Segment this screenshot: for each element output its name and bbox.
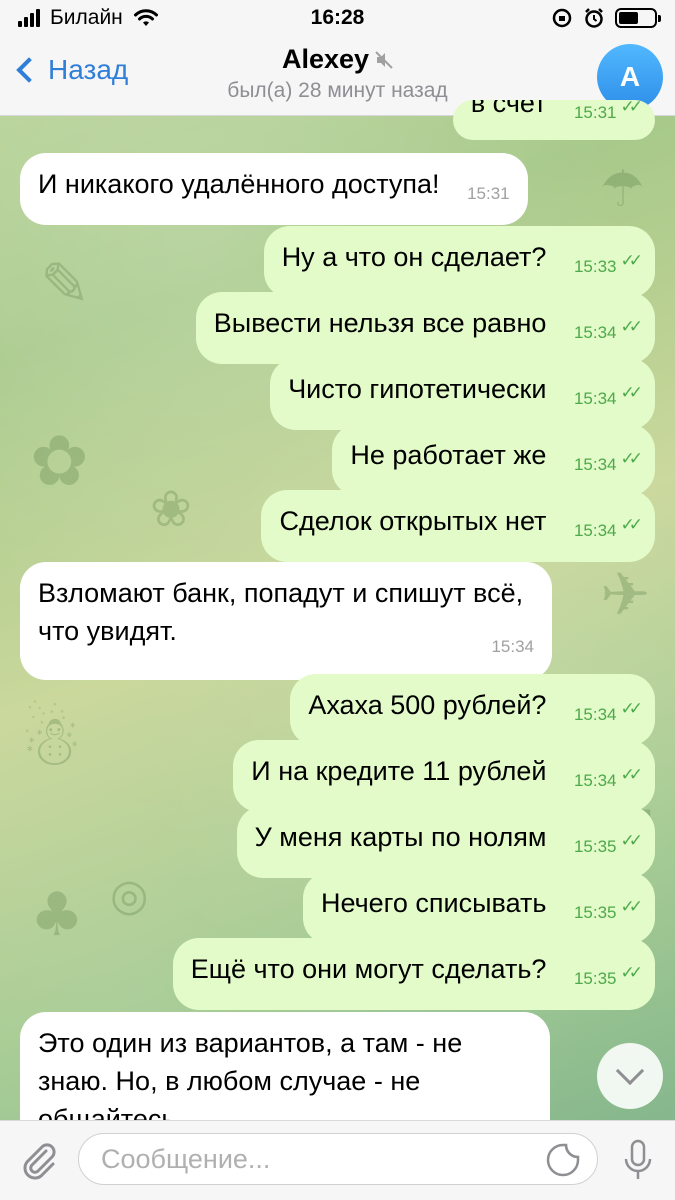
double-check-icon: ✓✓ xyxy=(620,251,643,270)
message-time: 15:34 xyxy=(573,323,617,342)
sticker-icon[interactable] xyxy=(546,1143,580,1177)
status-bar: Билайн 16:28 xyxy=(0,0,675,36)
doodle-icon: ☃ xyxy=(20,700,83,782)
wifi-icon xyxy=(133,9,158,26)
avatar-letter: A xyxy=(619,61,641,92)
double-check-icon: ✓✓ xyxy=(620,963,643,982)
message-text: Вывести нельзя все равно xyxy=(213,308,547,338)
double-check-icon: ✓✓ xyxy=(620,383,643,402)
message-time: 15:31 xyxy=(467,184,510,203)
carrier-label: Билайн xyxy=(50,6,123,29)
message-text: Чисто гипотетически xyxy=(288,374,547,404)
message-time: 15:34 xyxy=(573,705,617,724)
contact-name: Alexey xyxy=(281,44,370,74)
message-text: Сделок открытых нет xyxy=(279,506,547,536)
message-text: в счет xyxy=(470,100,547,118)
double-check-icon: ✓✓ xyxy=(620,897,643,916)
message-input[interactable] xyxy=(78,1133,598,1185)
scroll-to-bottom-button[interactable] xyxy=(597,1043,663,1109)
double-check-icon: ✓✓ xyxy=(620,831,643,850)
message-bubble-outgoing[interactable]: Нечего списывать 15:35 ✓✓ xyxy=(302,872,655,944)
message-bubble-outgoing[interactable]: Не работает же 15:34 ✓✓ xyxy=(332,424,655,496)
chevron-down-icon xyxy=(615,1056,645,1086)
message-time: 15:34 xyxy=(573,389,617,408)
message-text: Ахаха 500 рублей? xyxy=(308,690,547,720)
paperclip-icon[interactable] xyxy=(16,1137,60,1181)
double-check-icon: ✓✓ xyxy=(620,449,643,468)
doodle-icon: ☂ xyxy=(600,160,645,218)
message-text: Это один из вариантов, а там - не знаю. … xyxy=(38,1028,463,1120)
message-bubble-outgoing[interactable]: Ну а что он сделает? 15:33 ✓✓ xyxy=(263,226,655,298)
message-text: Ну а что он сделает? xyxy=(281,242,547,272)
message-bubble-outgoing[interactable]: И на кредите 11 рублей 15:34 ✓✓ xyxy=(233,740,655,812)
rotation-lock-icon xyxy=(552,8,572,28)
message-bubble-outgoing[interactable]: в счет 15:31 ✓✓ xyxy=(452,100,655,140)
double-check-icon: ✓✓ xyxy=(620,515,643,534)
message-bubble-outgoing[interactable]: Ахаха 500 рублей? 15:34 ✓✓ xyxy=(290,674,655,746)
message-text: И никакого удалённого доступа! xyxy=(38,169,440,199)
double-check-icon: ✓✓ xyxy=(620,100,643,116)
message-time: 15:34 xyxy=(573,521,617,540)
double-check-icon: ✓✓ xyxy=(620,765,643,784)
message-text: У меня карты по нолям xyxy=(254,822,547,852)
doodle-icon: ✿ xyxy=(30,420,89,502)
alarm-icon xyxy=(585,8,603,28)
doodle-icon: ✎ xyxy=(40,250,91,320)
microphone-icon[interactable] xyxy=(621,1139,655,1183)
double-check-icon: ✓✓ xyxy=(620,699,643,718)
message-time: 15:31 xyxy=(573,103,617,122)
doodle-icon: ♣ xyxy=(30,880,84,950)
status-right xyxy=(457,7,661,29)
muted-speaker-icon xyxy=(375,50,393,69)
signal-icon xyxy=(18,9,40,27)
double-check-icon: ✓✓ xyxy=(620,317,643,336)
message-time: 15:34 xyxy=(491,637,534,656)
message-time: 15:35 xyxy=(573,969,617,988)
message-text: И на кредите 11 рублей xyxy=(251,756,547,786)
message-text: Ещё что они могут сделать? xyxy=(190,954,547,984)
message-bubble-outgoing[interactable]: Чисто гипотетически 15:34 ✓✓ xyxy=(270,358,655,430)
status-time: 16:28 xyxy=(310,6,365,29)
message-bubble-outgoing[interactable]: Вывести нельзя все равно 15:34 ✓✓ xyxy=(195,292,655,364)
message-time: 15:35 xyxy=(573,903,617,922)
message-bubble-incoming[interactable]: Это один из вариантов, а там - не знаю. … xyxy=(20,1012,550,1120)
message-text: Не работает же xyxy=(350,440,547,470)
message-bubble-outgoing[interactable]: У меня карты по нолям 15:35 ✓✓ xyxy=(236,806,655,878)
battery-icon xyxy=(615,8,661,28)
message-bubble-incoming[interactable]: Взломают банк, попадут и спишут всё, что… xyxy=(20,562,552,680)
doodle-icon: ✈ xyxy=(600,560,651,630)
message-composer xyxy=(0,1120,675,1200)
chat-title[interactable]: Alexey был(а) 28 минут назад xyxy=(0,44,675,103)
doodle-icon: ❀ xyxy=(150,480,192,538)
message-time: 15:34 xyxy=(573,771,617,790)
message-time: 15:34 xyxy=(573,455,617,474)
message-time: 15:35 xyxy=(573,837,617,856)
contact-name-row: Alexey xyxy=(282,44,393,75)
message-bubble-incoming[interactable]: И никакого удалённого доступа! 15:31 xyxy=(20,153,528,225)
message-bubble-outgoing[interactable]: Ещё что они могут сделать? 15:35 ✓✓ xyxy=(172,938,655,1010)
message-text: Нечего списывать xyxy=(320,888,547,918)
doodle-icon: ◎ xyxy=(110,870,149,921)
status-left: Билайн xyxy=(18,6,218,30)
message-time: 15:33 xyxy=(573,257,617,276)
message-bubble-outgoing[interactable]: Сделок открытых нет 15:34 ✓✓ xyxy=(261,490,655,562)
